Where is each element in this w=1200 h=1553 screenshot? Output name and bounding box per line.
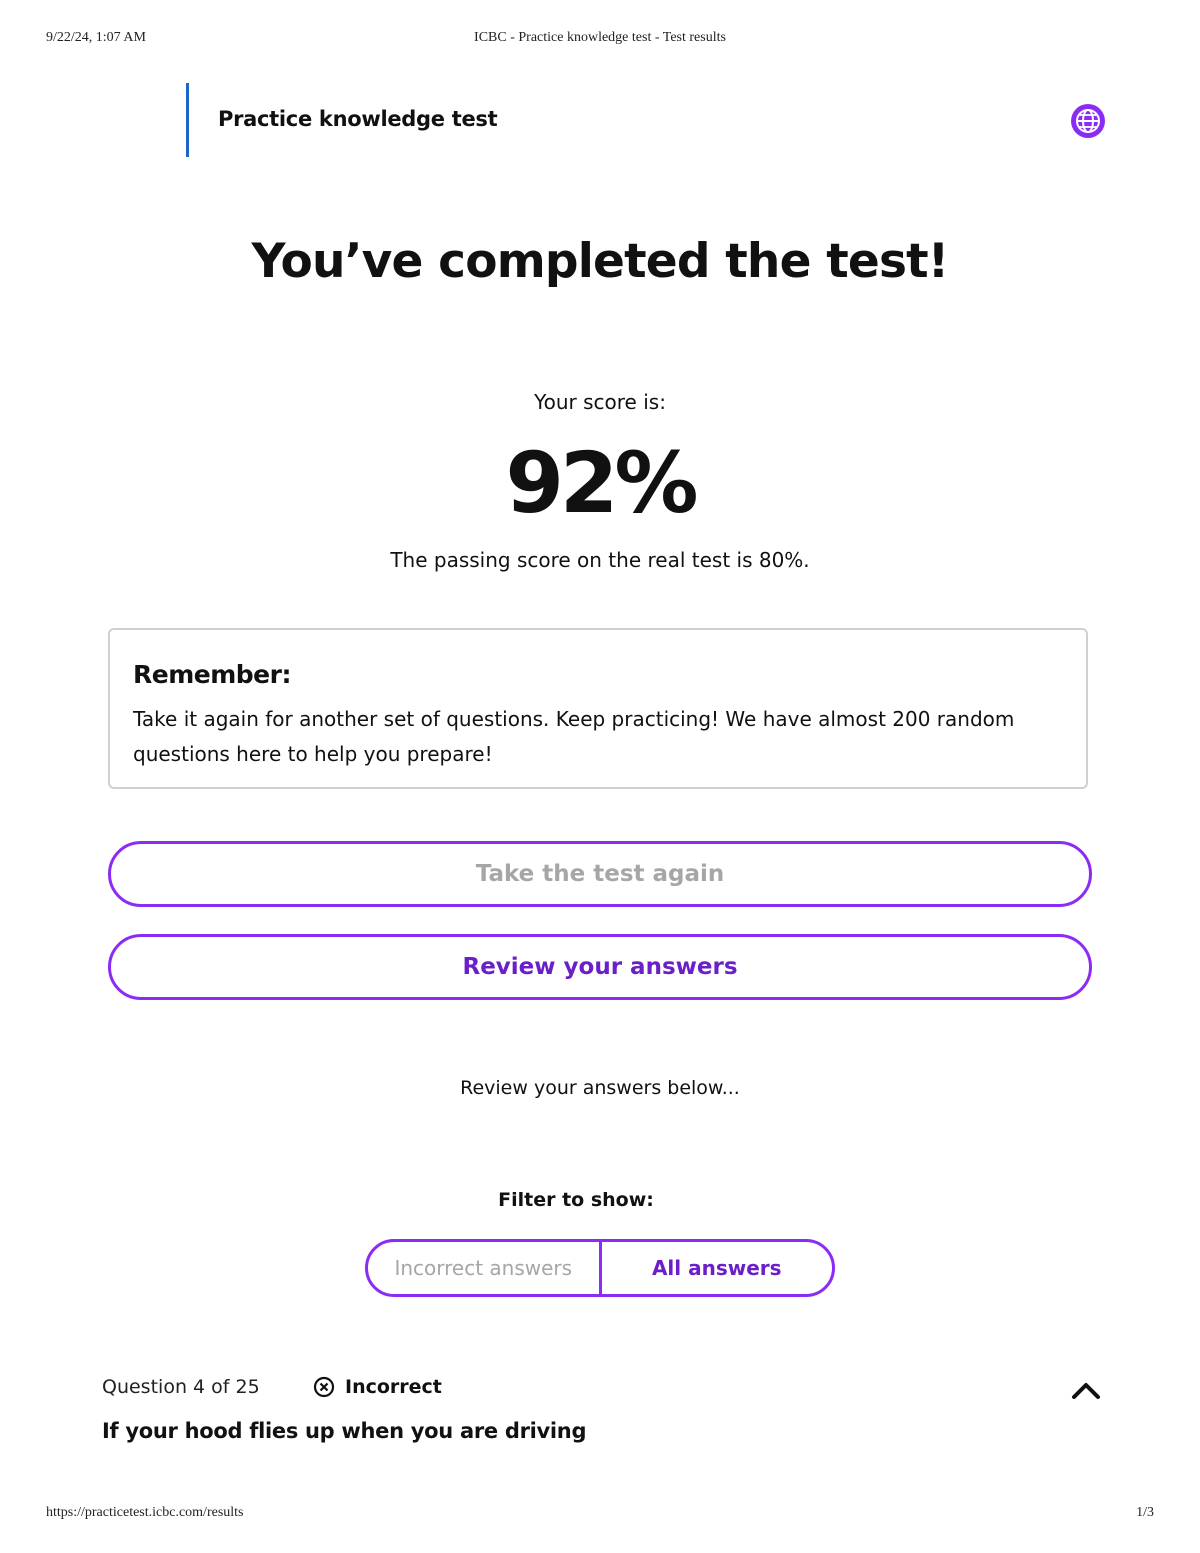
review-answers-button[interactable]: Review your answers: [108, 934, 1092, 1000]
review-note: Review your answers below...: [460, 1077, 740, 1099]
print-title: ICBC - Practice knowledge test - Test re…: [474, 30, 726, 45]
header-accent-bar: [186, 83, 189, 157]
status-badge: Incorrect: [313, 1376, 442, 1398]
filter-label: Filter to show:: [498, 1189, 654, 1211]
answer-filter-toggle: Incorrect answers All answers: [365, 1239, 835, 1297]
header-title: Practice knowledge test: [218, 107, 498, 131]
remember-body: Take it again for another set of questio…: [133, 707, 1015, 766]
x-circle-icon: [313, 1376, 335, 1398]
page-header: Practice knowledge test: [186, 83, 1116, 157]
print-page-number: 1/3: [1136, 1505, 1154, 1520]
question-text: If your hood flies up when you are drivi…: [102, 1419, 587, 1443]
score-label: Your score is:: [534, 390, 666, 414]
question-counter: Question 4 of 25: [102, 1376, 260, 1398]
remember-title: Remember:: [133, 660, 291, 689]
globe-icon[interactable]: [1070, 103, 1106, 139]
status-label: Incorrect: [345, 1376, 442, 1398]
passing-score-note: The passing score on the real test is 80…: [390, 548, 810, 572]
chevron-up-icon[interactable]: [1070, 1378, 1102, 1402]
take-test-again-button[interactable]: Take the test again: [108, 841, 1092, 907]
filter-all-answers[interactable]: All answers: [602, 1242, 833, 1294]
remember-card: Remember: Take it again for another set …: [108, 628, 1088, 789]
filter-incorrect-answers[interactable]: Incorrect answers: [368, 1242, 602, 1294]
page-title: You’ve completed the test!: [251, 234, 950, 289]
score-value: 92%: [505, 434, 698, 532]
print-url: https://practicetest.icbc.com/results: [46, 1505, 244, 1520]
